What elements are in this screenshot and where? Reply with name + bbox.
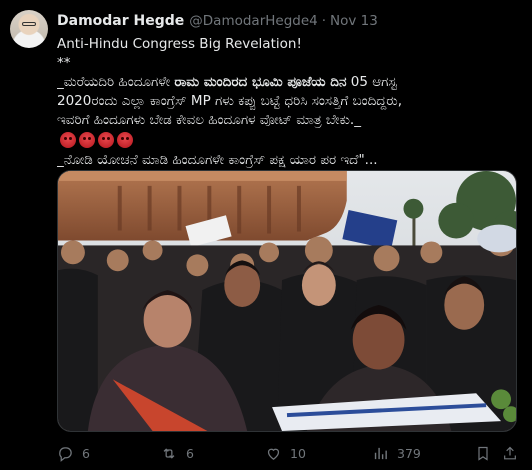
reply-count: 6 <box>82 445 90 461</box>
like-icon <box>265 445 282 462</box>
tweet-line-3-c: 05 ಆಗಸ್ಟ <box>346 74 397 90</box>
tweet-line-6: _ನೋಡಿ ಯೋಚನೆ ಮಾಡಿ ಹಿಂದೂಗಳೇ ಕಾಂಗ್ರೆಸ್ ಪಕ್ಷ… <box>57 152 378 168</box>
tweet-line-1: Anti-Hindu Congress Big Revelation! <box>57 36 302 52</box>
tweet-line-3-a: _ಮರೆಯದಿರಿ ಹಿಂದೂಗಳೇ <box>57 74 175 90</box>
tweet-photo[interactable] <box>57 170 517 432</box>
tweet-line-5: ಇವರಿಗೆ ಹಿಂದೂಗಳು ಬೇಡ ಕೇವಲ ಹಿಂದೂಗಳ ವೋಟ್ ಮಾ… <box>57 112 361 128</box>
emoji-row <box>60 131 517 149</box>
retweet-button[interactable]: 6 <box>160 445 194 462</box>
angry-face-icon <box>60 132 76 148</box>
author-display-name[interactable]: Damodar Hegde <box>57 13 184 29</box>
retweet-count: 6 <box>186 445 194 461</box>
angry-face-icon <box>117 132 133 148</box>
angry-face-icon <box>79 132 95 148</box>
tweet-line-3-bold: ರಾಮ ಮಂದಿರದ ಭೂಮಿ ಪೂಜೆಯ ದಿನ <box>174 74 347 90</box>
views-button[interactable]: 379 <box>372 445 421 462</box>
tweet-text: Anti-Hindu Congress Big Revelation! ** _… <box>57 35 517 170</box>
tweet-line-4: 2020ರಂದು ಎಲ್ಲಾ ಕಾಂಗ್ರೆಸ್ MP ಗಳು ಕಪ್ಪು ಬಟ… <box>57 93 402 109</box>
like-count: 10 <box>290 445 306 461</box>
tweet-actions: 6 6 10 379 <box>57 443 517 463</box>
reply-icon <box>57 445 74 462</box>
author-handle[interactable]: @DamodarHegde4 <box>189 13 317 29</box>
views-count: 379 <box>397 445 421 461</box>
bookmark-icon <box>475 445 491 462</box>
tweet-line-2: ** <box>57 55 71 71</box>
tweet-date[interactable]: Nov 13 <box>330 13 378 29</box>
tweet-header: Damodar Hegde @DamodarHegde4 · Nov 13 <box>57 12 378 30</box>
bookmark-button[interactable] <box>475 445 491 462</box>
share-button[interactable] <box>502 445 518 462</box>
author-avatar[interactable] <box>10 10 48 48</box>
reply-button[interactable]: 6 <box>57 445 90 462</box>
avatar-glasses <box>22 22 36 26</box>
retweet-icon <box>160 445 178 462</box>
views-icon <box>372 445 389 462</box>
angry-face-icon <box>98 132 114 148</box>
protest-photo-illustration <box>58 171 516 431</box>
share-icon <box>502 445 518 462</box>
tweet[interactable]: Damodar Hegde @DamodarHegde4 · Nov 13 An… <box>0 0 532 470</box>
separator-dot: · <box>321 13 327 29</box>
like-button[interactable]: 10 <box>265 445 306 462</box>
tweet-line-3: _ಮರೆಯದಿರಿ ಹಿಂದೂಗಳೇ ರಾಮ ಮಂದಿರದ ಭೂಮಿ ಪೂಜೆಯ… <box>57 73 517 92</box>
